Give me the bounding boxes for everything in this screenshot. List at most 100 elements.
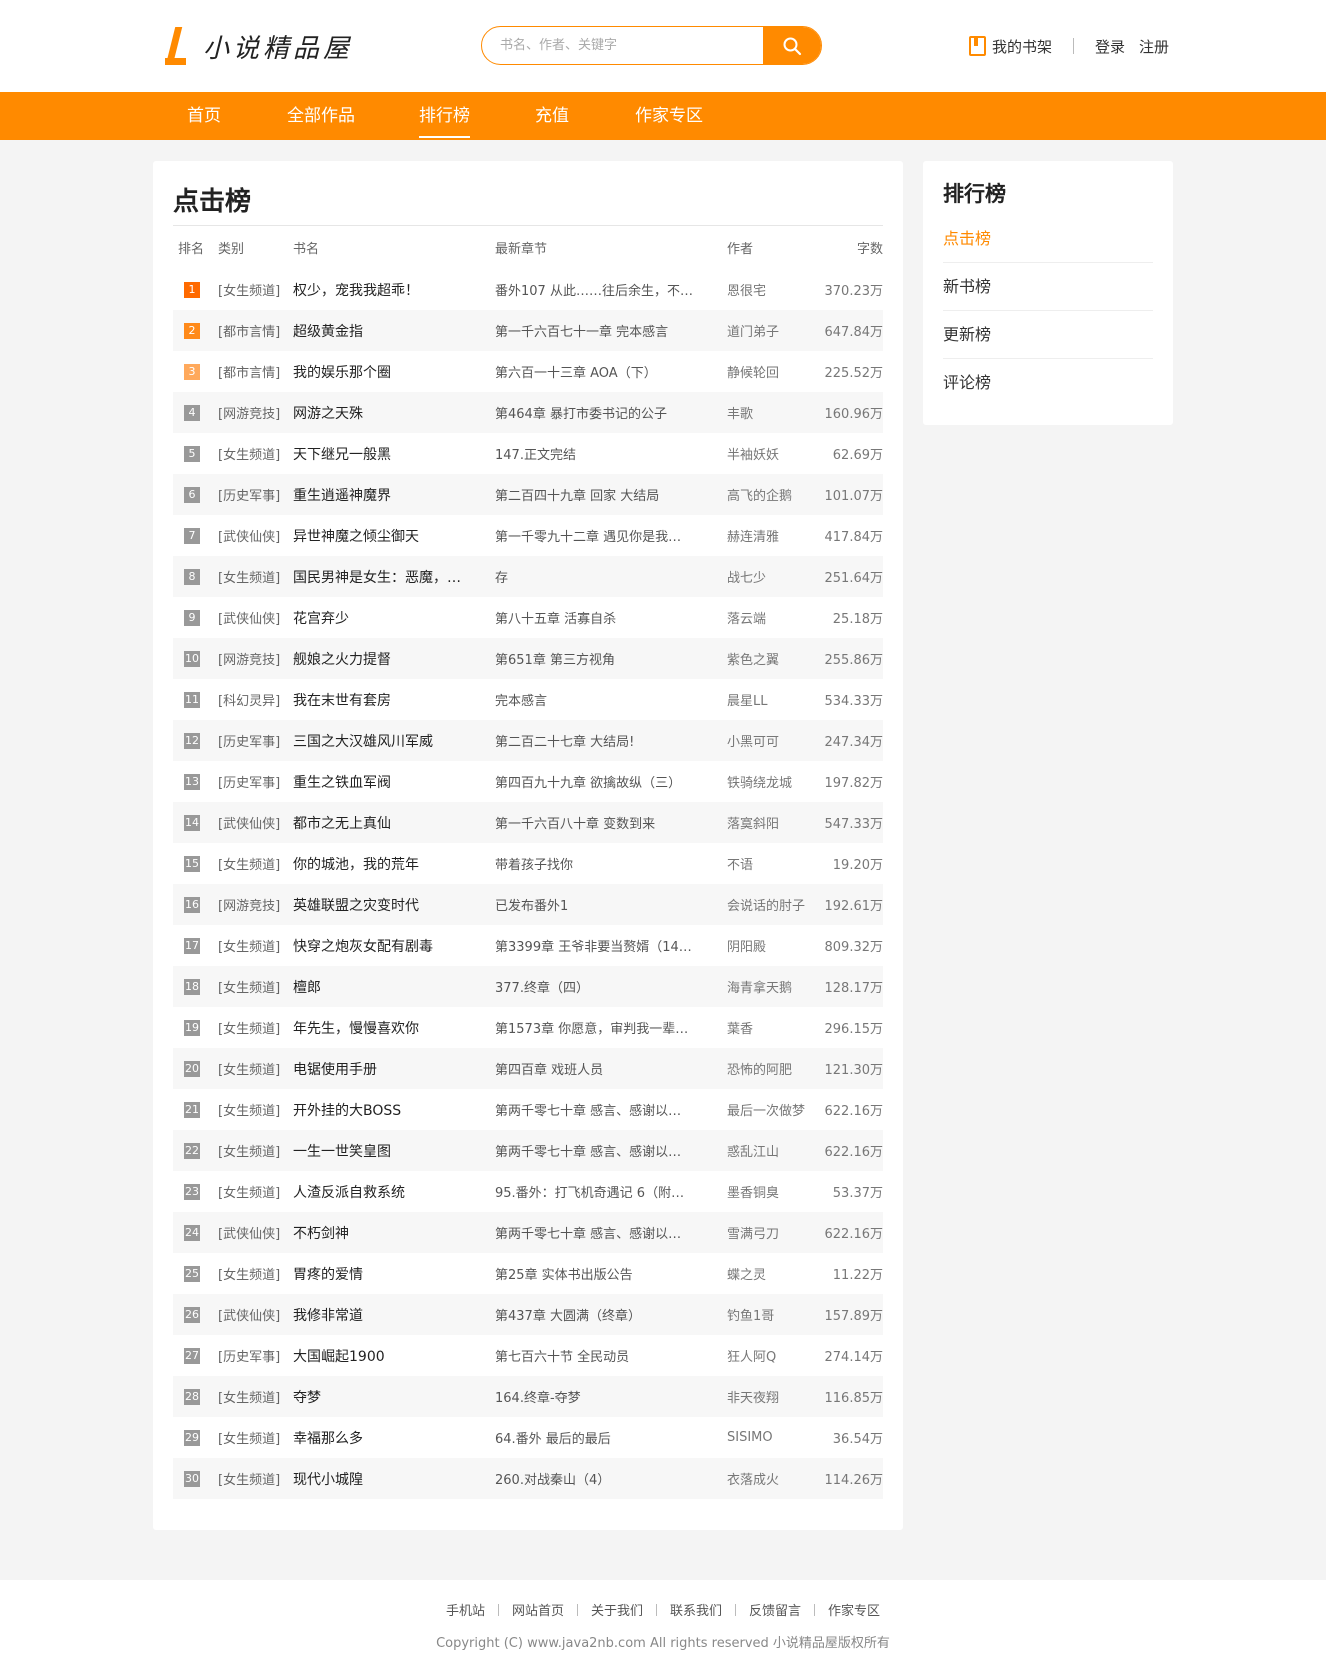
sidebar-item-click-rank[interactable]: 点击榜 — [943, 215, 1153, 263]
book-title-link[interactable]: 重生逍遥神魔界 — [293, 485, 495, 505]
nav-home[interactable]: 首页 — [187, 92, 221, 140]
latest-chapter-link[interactable]: 存 — [495, 567, 727, 586]
latest-chapter-link[interactable]: 260.对战秦山（4） — [495, 1469, 727, 1488]
latest-chapter-link[interactable]: 377.终章（四） — [495, 977, 727, 996]
book-title-link[interactable]: 夺梦 — [293, 1387, 495, 1407]
book-title-link[interactable]: 我修非常道 — [293, 1305, 495, 1325]
book-category[interactable]: [历史军事] — [218, 772, 293, 791]
latest-chapter-link[interactable]: 第3399章 王爷非要当赘婿（14… — [495, 936, 727, 955]
latest-chapter-link[interactable]: 第1573章 你愿意，审判我一辈… — [495, 1018, 727, 1037]
book-category[interactable]: [武侠仙侠] — [218, 813, 293, 832]
footer-link-contact[interactable]: 联系我们 — [670, 1600, 722, 1619]
book-category[interactable]: [女生频道] — [218, 936, 293, 955]
book-title-link[interactable]: 胃疼的爱情 — [293, 1264, 495, 1284]
latest-chapter-link[interactable]: 第四百章 戏班人员 — [495, 1059, 727, 1078]
book-category[interactable]: [女生频道] — [218, 1059, 293, 1078]
footer-link-about[interactable]: 关于我们 — [591, 1600, 643, 1619]
book-category[interactable]: [武侠仙侠] — [218, 1305, 293, 1324]
book-title-link[interactable]: 权少，宠我我超乖！ — [293, 280, 495, 300]
nav-author-zone[interactable]: 作家专区 — [635, 92, 703, 140]
book-category[interactable]: [女生频道] — [218, 280, 293, 299]
book-title-link[interactable]: 不朽剑神 — [293, 1223, 495, 1243]
book-category[interactable]: [女生频道] — [218, 1141, 293, 1160]
latest-chapter-link[interactable]: 第651章 第三方视角 — [495, 649, 727, 668]
book-title-link[interactable]: 都市之无上真仙 — [293, 813, 495, 833]
latest-chapter-link[interactable]: 第437章 大圆满（终章） — [495, 1305, 727, 1324]
book-category[interactable]: [女生频道] — [218, 1264, 293, 1283]
book-category[interactable]: [历史军事] — [218, 1346, 293, 1365]
site-logo[interactable]: 小说精品屋 — [163, 24, 353, 68]
sidebar-item-comments[interactable]: 评论榜 — [943, 359, 1153, 407]
book-title-link[interactable]: 我的娱乐那个圈 — [293, 362, 495, 382]
book-title-link[interactable]: 超级黄金指 — [293, 321, 495, 341]
book-category[interactable]: [网游竞技] — [218, 403, 293, 422]
book-category[interactable]: [女生频道] — [218, 854, 293, 873]
book-title-link[interactable]: 花宫弃少 — [293, 608, 495, 628]
latest-chapter-link[interactable]: 第两千零七十章 感言、感谢以… — [495, 1100, 727, 1119]
book-title-link[interactable]: 现代小城隍 — [293, 1469, 495, 1489]
book-title-link[interactable]: 网游之天殊 — [293, 403, 495, 423]
latest-chapter-link[interactable]: 第两千零七十章 感言、感谢以… — [495, 1223, 727, 1242]
bookshelf-link[interactable]: 我的书架 — [969, 36, 1052, 57]
latest-chapter-link[interactable]: 第六百一十三章 AOA（下） — [495, 362, 727, 381]
book-category[interactable]: [都市言情] — [218, 321, 293, 340]
book-title-link[interactable]: 大国崛起1900 — [293, 1346, 495, 1366]
book-title-link[interactable]: 快穿之炮灰女配有剧毒 — [293, 936, 495, 956]
book-category[interactable]: [网游竞技] — [218, 649, 293, 668]
footer-link-author-zone[interactable]: 作家专区 — [828, 1600, 880, 1619]
book-title-link[interactable]: 国民男神是女生：恶魔，… — [293, 567, 495, 587]
sidebar-item-updates[interactable]: 更新榜 — [943, 311, 1153, 359]
book-category[interactable]: [女生频道] — [218, 977, 293, 996]
book-title-link[interactable]: 一生一世笑皇图 — [293, 1141, 495, 1161]
book-category[interactable]: [女生频道] — [218, 1018, 293, 1037]
latest-chapter-link[interactable]: 第一千六百七十一章 完本感言 — [495, 321, 727, 340]
latest-chapter-link[interactable]: 第八十五章 活寡自杀 — [495, 608, 727, 627]
book-category[interactable]: [武侠仙侠] — [218, 608, 293, 627]
latest-chapter-link[interactable]: 第二百四十九章 回家 大结局 — [495, 485, 727, 504]
book-title-link[interactable]: 我在末世有套房 — [293, 690, 495, 710]
latest-chapter-link[interactable]: 第25章 实体书出版公告 — [495, 1264, 727, 1283]
book-title-link[interactable]: 幸福那么多 — [293, 1428, 495, 1448]
book-category[interactable]: [女生频道] — [218, 444, 293, 463]
nav-recharge[interactable]: 充值 — [535, 92, 569, 140]
book-title-link[interactable]: 檀郎 — [293, 977, 495, 997]
search-input[interactable] — [482, 27, 764, 64]
latest-chapter-link[interactable]: 带着孩子找你 — [495, 854, 727, 873]
book-category[interactable]: [女生频道] — [218, 1182, 293, 1201]
latest-chapter-link[interactable]: 第两千零七十章 感言、感谢以… — [495, 1141, 727, 1160]
book-title-link[interactable]: 舰娘之火力提督 — [293, 649, 495, 669]
latest-chapter-link[interactable]: 95.番外：打飞机奇遇记 6（附… — [495, 1182, 727, 1201]
book-category[interactable]: [女生频道] — [218, 567, 293, 586]
latest-chapter-link[interactable]: 64.番外 最后的最后 — [495, 1428, 727, 1447]
book-title-link[interactable]: 年先生，慢慢喜欢你 — [293, 1018, 495, 1038]
book-category[interactable]: [武侠仙侠] — [218, 1223, 293, 1242]
nav-rankings[interactable]: 排行榜 — [419, 92, 470, 140]
latest-chapter-link[interactable]: 番外107 从此……往后余生，不… — [495, 280, 727, 299]
book-category[interactable]: [历史军事] — [218, 485, 293, 504]
book-category[interactable]: [历史军事] — [218, 731, 293, 750]
latest-chapter-link[interactable]: 第二百二十七章 大结局! — [495, 731, 727, 750]
latest-chapter-link[interactable]: 164.终章-夺梦 — [495, 1387, 727, 1406]
book-title-link[interactable]: 开外挂的大BOSS — [293, 1100, 495, 1120]
book-title-link[interactable]: 电锯使用手册 — [293, 1059, 495, 1079]
latest-chapter-link[interactable]: 第四百九十九章 欲擒故纵（三） — [495, 772, 727, 791]
footer-link-mobile[interactable]: 手机站 — [446, 1600, 485, 1619]
book-title-link[interactable]: 三国之大汉雄风川军威 — [293, 731, 495, 751]
book-category[interactable]: [武侠仙侠] — [218, 526, 293, 545]
book-category[interactable]: [都市言情] — [218, 362, 293, 381]
book-category[interactable]: [科幻灵异] — [218, 690, 293, 709]
book-category[interactable]: [网游竞技] — [218, 895, 293, 914]
book-title-link[interactable]: 重生之铁血军阀 — [293, 772, 495, 792]
register-link[interactable]: 注册 — [1139, 36, 1169, 57]
book-category[interactable]: [女生频道] — [218, 1387, 293, 1406]
latest-chapter-link[interactable]: 第七百六十节 全民动员 — [495, 1346, 727, 1365]
footer-link-feedback[interactable]: 反馈留言 — [749, 1600, 801, 1619]
book-title-link[interactable]: 英雄联盟之灾变时代 — [293, 895, 495, 915]
nav-all-works[interactable]: 全部作品 — [287, 92, 355, 140]
latest-chapter-link[interactable]: 完本感言 — [495, 690, 727, 709]
book-category[interactable]: [女生频道] — [218, 1100, 293, 1119]
latest-chapter-link[interactable]: 147.正文完结 — [495, 444, 727, 463]
book-category[interactable]: [女生频道] — [218, 1469, 293, 1488]
footer-link-home[interactable]: 网站首页 — [512, 1600, 564, 1619]
login-link[interactable]: 登录 — [1095, 36, 1125, 57]
